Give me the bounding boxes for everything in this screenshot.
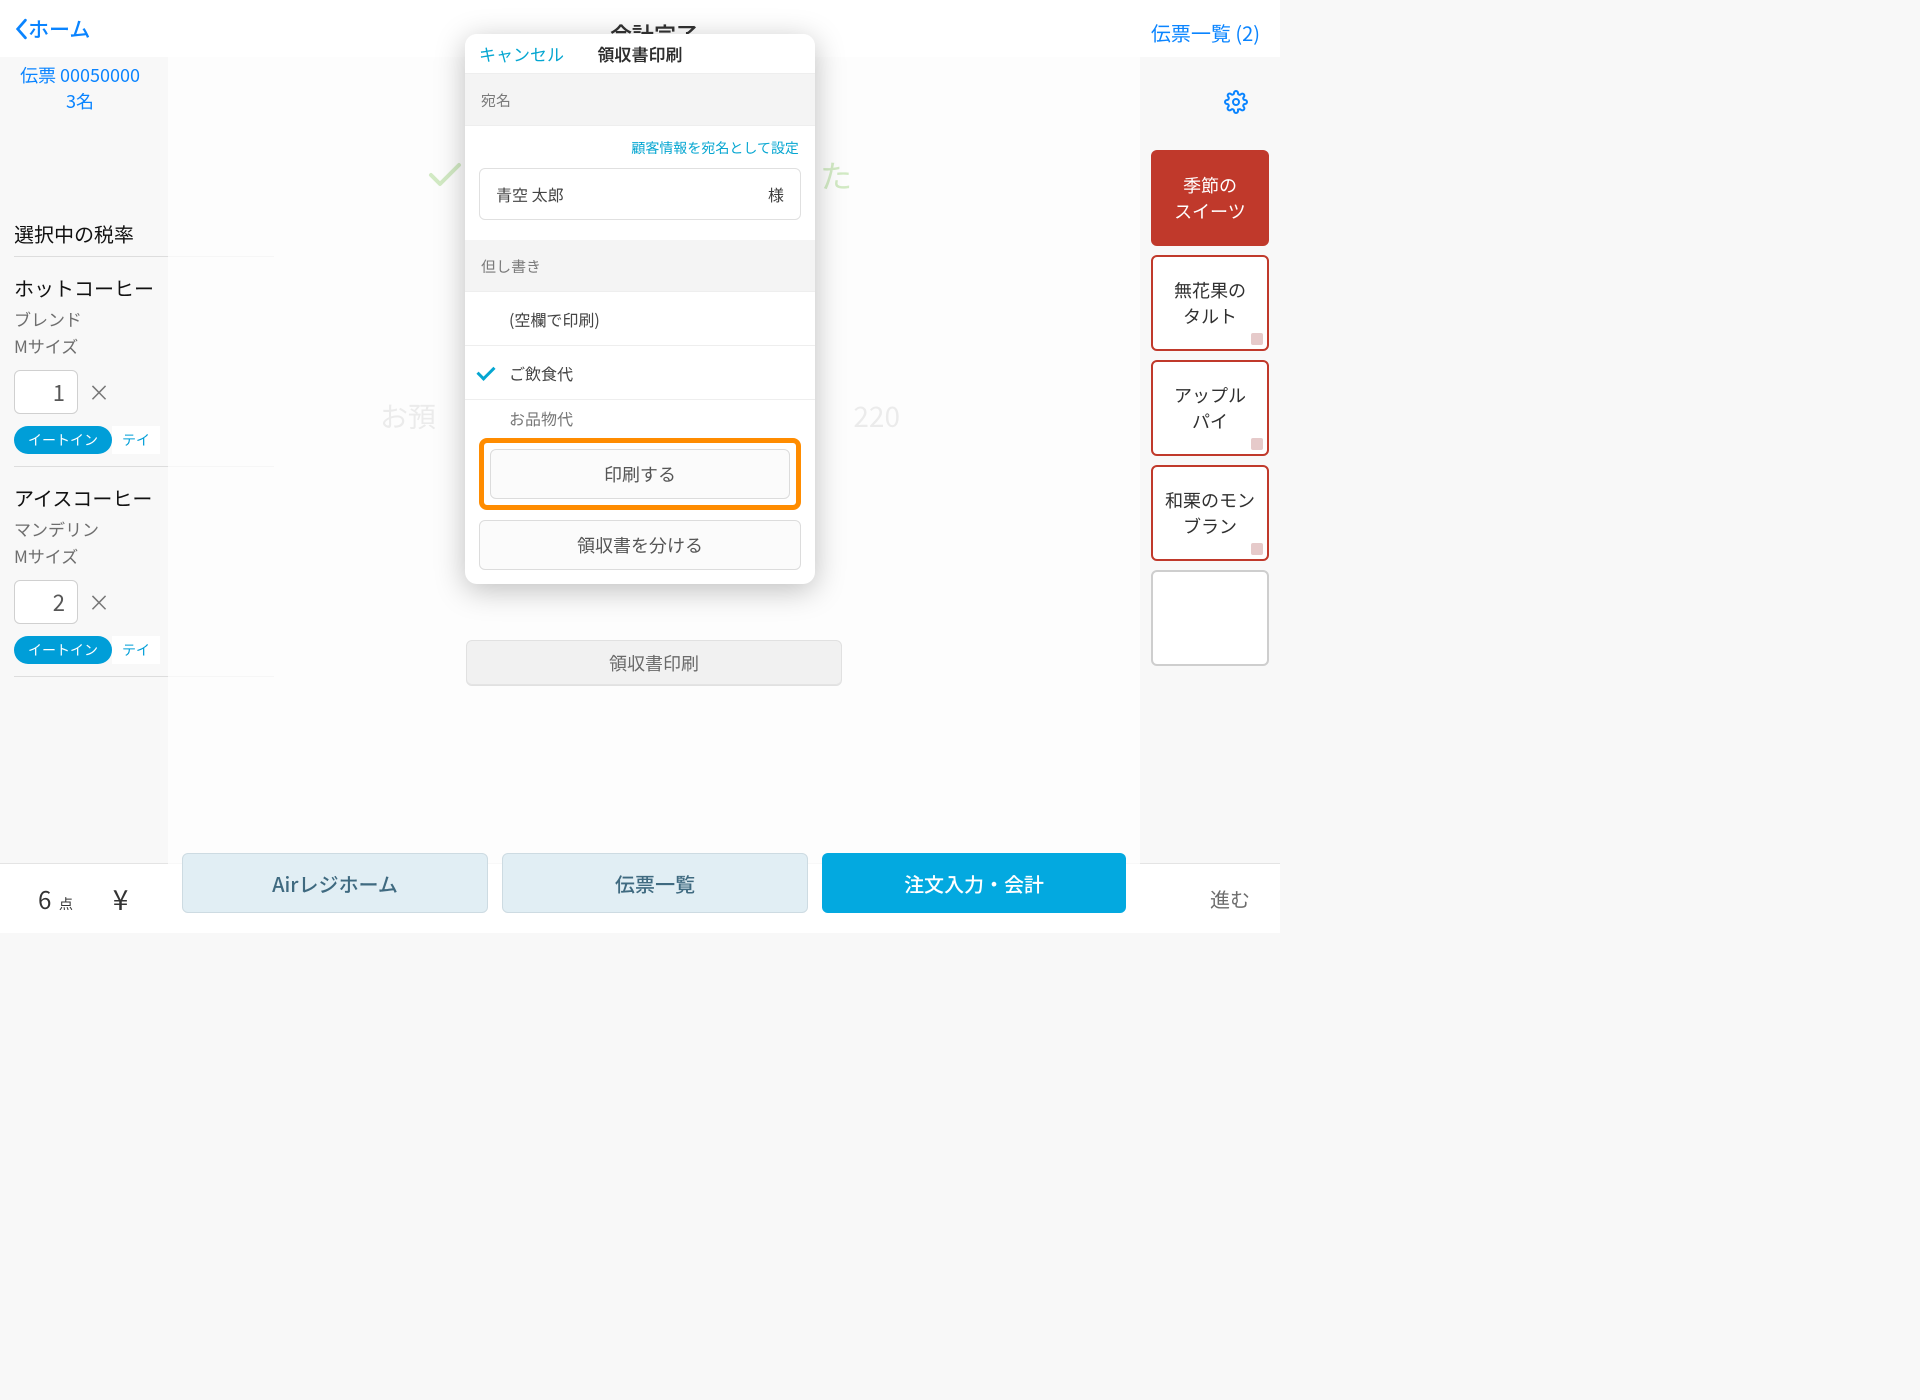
honorific-label: 様 — [768, 182, 784, 206]
menu-card-empty[interactable] — [1151, 570, 1269, 666]
slip-list-link[interactable]: 伝票一覧 (2) — [1151, 18, 1260, 47]
lock-icon — [1251, 543, 1263, 555]
menu-card[interactable]: 和栗のモンブラン — [1151, 465, 1269, 561]
receipt-print-popover: キャンセル 領収書印刷 宛名 顧客情報を宛名として設定 青空 太郎 様 但し書き… — [465, 34, 815, 584]
lock-icon — [1251, 333, 1263, 345]
menu-card[interactable]: 季節のスイーツ — [1151, 150, 1269, 246]
memo-option-food[interactable]: ご飲食代 — [465, 346, 815, 400]
print-button[interactable]: 印刷する — [490, 449, 790, 499]
addressee-section-label: 宛名 — [465, 74, 815, 126]
card-label: アップルパイ — [1174, 382, 1246, 434]
yen-symbol: ¥ — [113, 879, 129, 919]
menu-card[interactable]: アップルパイ — [1151, 360, 1269, 456]
eatin-tag[interactable]: イートイン — [14, 426, 112, 454]
slip-guests: 3名 — [0, 88, 160, 114]
popover-title: 領収書印刷 — [598, 41, 683, 66]
print-highlight: 印刷する — [479, 438, 801, 510]
card-label: 無花果のタルト — [1174, 277, 1246, 329]
remove-icon[interactable]: × — [88, 376, 110, 408]
menu-cards: 季節のスイーツ 無花果のタルト アップルパイ 和栗のモンブラン — [1151, 150, 1269, 666]
air-home-button[interactable]: Airレジホーム — [182, 853, 488, 913]
home-link[interactable]: ホーム — [14, 14, 90, 44]
takeout-tag[interactable]: テイ — [112, 636, 160, 664]
total-qty: 6 — [38, 881, 51, 916]
slip-info: 伝票 00050000 3名 — [0, 62, 160, 114]
quantity-stepper[interactable]: 1 — [14, 370, 78, 414]
gear-icon[interactable] — [1224, 90, 1248, 119]
card-label: 季節のスイーツ — [1174, 172, 1246, 224]
popover-header: キャンセル 領収書印刷 — [465, 34, 815, 74]
slip-number: 伝票 00050000 — [0, 62, 160, 88]
split-receipt-button[interactable]: 領収書を分ける — [479, 520, 801, 570]
receipt-print-button[interactable]: 領収書印刷 — [466, 640, 842, 686]
memo-option-blank[interactable]: (空欄で印刷) — [465, 292, 815, 346]
memo-option-goods[interactable]: お品物代 — [465, 400, 815, 436]
slip-list-button[interactable]: 伝票一覧 — [502, 853, 808, 913]
total-qty-unit: 点 — [59, 894, 73, 914]
modal-bottom-buttons: Airレジホーム 伝票一覧 注文入力・会計 — [182, 853, 1126, 913]
home-label: ホーム — [28, 14, 90, 44]
lock-icon — [1251, 438, 1263, 450]
addressee-name: 青空 太郎 — [496, 182, 564, 206]
memo-section-label: 但し書き — [465, 240, 815, 292]
order-entry-button[interactable]: 注文入力・会計 — [822, 853, 1126, 913]
memo-options: (空欄で印刷) ご飲食代 お品物代 — [465, 292, 815, 436]
addressee-input[interactable]: 青空 太郎 様 — [479, 168, 801, 220]
menu-card[interactable]: 無花果のタルト — [1151, 255, 1269, 351]
eatin-tag[interactable]: イートイン — [14, 636, 112, 664]
card-label: 和栗のモンブラン — [1165, 487, 1255, 539]
remove-icon[interactable]: × — [88, 586, 110, 618]
takeout-tag[interactable]: テイ — [112, 426, 160, 454]
advance-button[interactable]: 進む — [1210, 884, 1250, 913]
popover-actions: 印刷する 領収書を分ける — [465, 438, 815, 584]
chevron-left-icon — [14, 18, 28, 40]
quantity-stepper[interactable]: 2 — [14, 580, 78, 624]
cancel-button[interactable]: キャンセル — [479, 41, 564, 66]
set-customer-link[interactable]: 顧客情報を宛名として設定 — [465, 126, 815, 164]
